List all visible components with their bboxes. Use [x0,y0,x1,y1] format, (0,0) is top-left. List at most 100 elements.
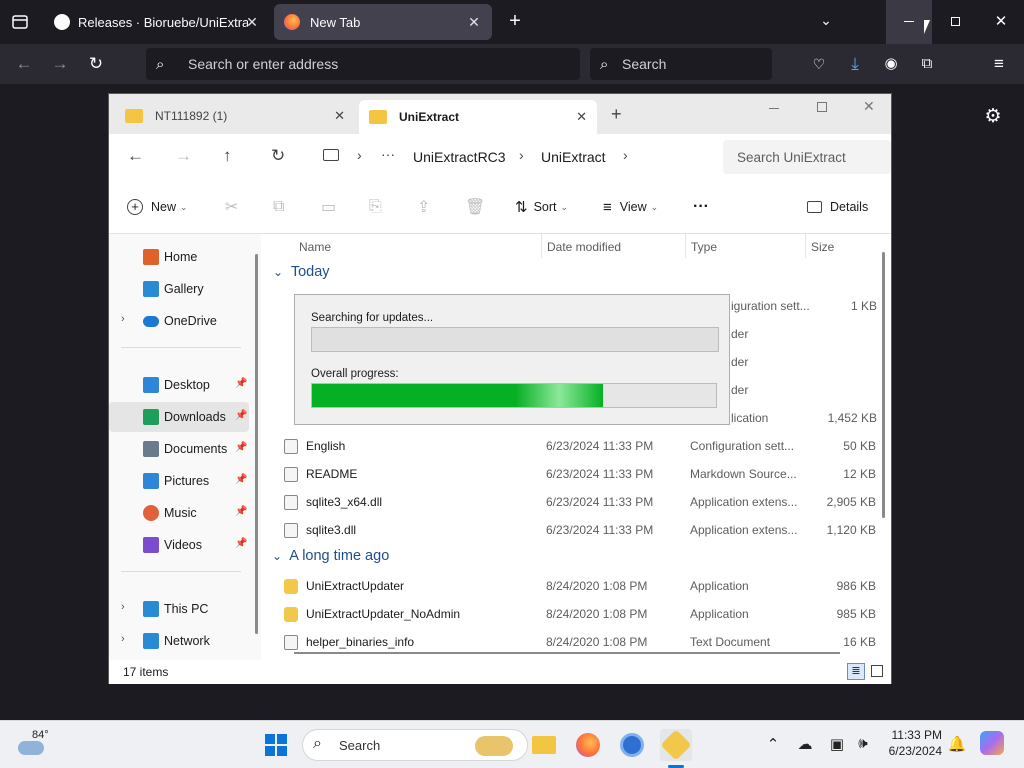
new-tab-button[interactable]: + [611,104,622,125]
back-icon[interactable]: ← [13,54,35,74]
new-button[interactable]: + New ⌄ [127,180,188,234]
explorer-close-button[interactable]: ✕ [863,98,875,115]
pin-icon[interactable]: 📌 [235,442,247,453]
sidebar-item-home[interactable]: Home [109,242,249,272]
back-icon[interactable]: ← [127,146,144,166]
file-list-horizontal-scrollbar[interactable] [294,652,840,654]
url-input[interactable]: Search or enter address [188,56,338,72]
settings-gear-icon[interactable]: ⚙ [982,106,1004,128]
monitor-icon[interactable] [323,149,339,161]
new-tab-button[interactable]: + [504,10,526,32]
explorer-tab-uniextract[interactable]: UniExtract ✕ [359,100,597,134]
sidebar-item-pictures[interactable]: Pictures 📌 [109,466,249,496]
details-button[interactable]: Details [807,180,868,234]
sidebar-item-documents[interactable]: Documents 📌 [109,434,249,464]
sidebar-item-gallery[interactable]: Gallery [109,274,249,304]
weather-widget[interactable]: 84° [16,727,56,763]
explorer-search-box[interactable]: Search UniExtract [723,140,891,174]
delete-icon[interactable]: 🗑 [465,180,485,234]
breadcrumb-more[interactable]: ··· [381,146,395,162]
sidebar-item-music[interactable]: Music 📌 [109,498,249,528]
breadcrumb-uniextractrc3[interactable]: UniExtractRC3 [413,149,506,165]
extensions-icon[interactable]: ⧉ [916,54,938,74]
window-close-button[interactable]: ✕ [978,0,1024,44]
chevron-right-icon[interactable]: › [519,147,524,163]
pin-icon[interactable]: 📌 [235,474,247,485]
pin-icon[interactable]: 📌 [235,506,247,517]
sidebar-item-this-pc[interactable]: › This PC [109,594,249,624]
menu-icon[interactable]: ≡ [988,54,1010,74]
table-row[interactable]: English 6/23/2024 11:33 PM Configuration… [260,432,880,460]
close-tab-icon[interactable]: ✕ [576,109,587,125]
file-explorer-taskbar-icon[interactable] [528,729,560,761]
pocket-icon[interactable]: ♡ [808,54,830,74]
reload-icon[interactable]: ↻ [85,54,107,74]
browser-tab-releases[interactable]: Releases · Bioruebe/UniExtract2 ✕ [44,4,270,40]
clock[interactable]: 11:33 PM 6/23/2024 [880,728,942,758]
sidebar-item-network[interactable]: › Network [109,626,249,656]
forward-icon[interactable]: → [49,54,71,74]
more-options-button[interactable]: ··· [693,180,709,234]
sidebar-item-desktop[interactable]: Desktop 📌 [109,370,249,400]
sidebar-item-downloads[interactable]: Downloads 📌 [109,402,249,432]
sidebar-item-videos[interactable]: Videos 📌 [109,530,249,560]
group-header-older[interactable]: ⌄ A long time ago [272,548,389,564]
explorer-maximize-button[interactable] [817,102,827,112]
chevron-right-icon[interactable]: › [121,313,125,325]
copilot-taskbar-icon[interactable] [616,729,648,761]
chevron-right-icon[interactable]: › [121,633,125,645]
forward-icon[interactable]: → [175,146,192,166]
start-button[interactable] [260,729,292,761]
file-list-vertical-scrollbar[interactable] [882,252,885,518]
url-bar[interactable]: ⌕ Search or enter address [146,48,580,80]
sort-button[interactable]: ⇅ Sort ⌄ [515,180,568,234]
share-icon[interactable]: ⇪ [417,180,430,234]
explorer-minimize-button[interactable] [769,108,779,109]
close-tab-icon[interactable]: ✕ [466,14,482,30]
table-row[interactable]: README 6/23/2024 11:33 PM Markdown Sourc… [260,460,880,488]
explorer-tab-nt111892[interactable]: NT111892 (1) ✕ [115,100,355,132]
pin-icon[interactable]: 📌 [235,538,247,549]
close-tab-icon[interactable]: ✕ [244,14,260,30]
close-tab-icon[interactable]: ✕ [334,108,345,124]
account-icon[interactable]: ◉ [880,54,902,74]
browser-tab-new-tab[interactable]: New Tab ✕ [274,4,492,40]
list-all-tabs-icon[interactable]: ⌄ [816,12,836,32]
display-icon[interactable]: ▣ [826,735,848,753]
taskbar-search-box[interactable]: ⌕ Search [302,729,528,761]
pin-icon[interactable]: 📌 [235,378,247,389]
table-row[interactable]: UniExtractUpdater 8/24/2020 1:08 PM Appl… [260,572,880,600]
uniextract-taskbar-icon[interactable] [660,729,692,761]
search-input[interactable]: Search [622,56,666,72]
paste-icon[interactable]: ▭ [321,180,336,234]
table-row[interactable]: sqlite3_x64.dll 6/23/2024 11:33 PM Appli… [260,488,880,516]
notification-bell-icon[interactable]: 🔔 [946,735,968,753]
refresh-icon[interactable]: ↻ [271,146,285,166]
breadcrumb-uniextract[interactable]: UniExtract [541,149,606,165]
copy-icon[interactable]: ⧉ [273,180,284,234]
pin-icon[interactable]: 📌 [235,410,247,421]
sound-icon[interactable]: 🕪 [852,735,874,752]
taskbar-search-input[interactable]: Search [339,738,380,753]
network-off-icon[interactable]: ☁ [794,735,816,753]
tiles-view-icon[interactable] [871,665,883,677]
details-view-icon[interactable]: ≣ [847,663,865,680]
firefox-taskbar-icon[interactable] [572,729,604,761]
explorer-search-input[interactable]: Search UniExtract [737,150,846,165]
search-bar[interactable]: ⌕ Search [590,48,772,80]
rename-icon[interactable]: ⎘ [369,180,382,234]
show-hidden-icons-icon[interactable]: ⌃ [762,735,784,753]
chevron-right-icon[interactable]: › [357,147,362,163]
view-button[interactable]: ≡ View ⌄ [603,180,658,234]
copilot-icon[interactable] [980,731,1004,755]
sidebar-scrollbar[interactable] [255,254,258,634]
cut-icon[interactable]: ✂ [225,180,238,234]
sidebar-item-onedrive[interactable]: › OneDrive [109,306,249,336]
chevron-right-icon[interactable]: › [623,147,628,163]
up-icon[interactable]: ↑ [223,146,232,166]
window-restore-button[interactable] [932,0,978,44]
chevron-right-icon[interactable]: › [121,601,125,613]
tab-list-icon[interactable] [10,12,30,32]
table-row[interactable]: sqlite3.dll 6/23/2024 11:33 PM Applicati… [260,516,880,544]
table-row[interactable]: UniExtractUpdater_NoAdmin 8/24/2020 1:08… [260,600,880,628]
